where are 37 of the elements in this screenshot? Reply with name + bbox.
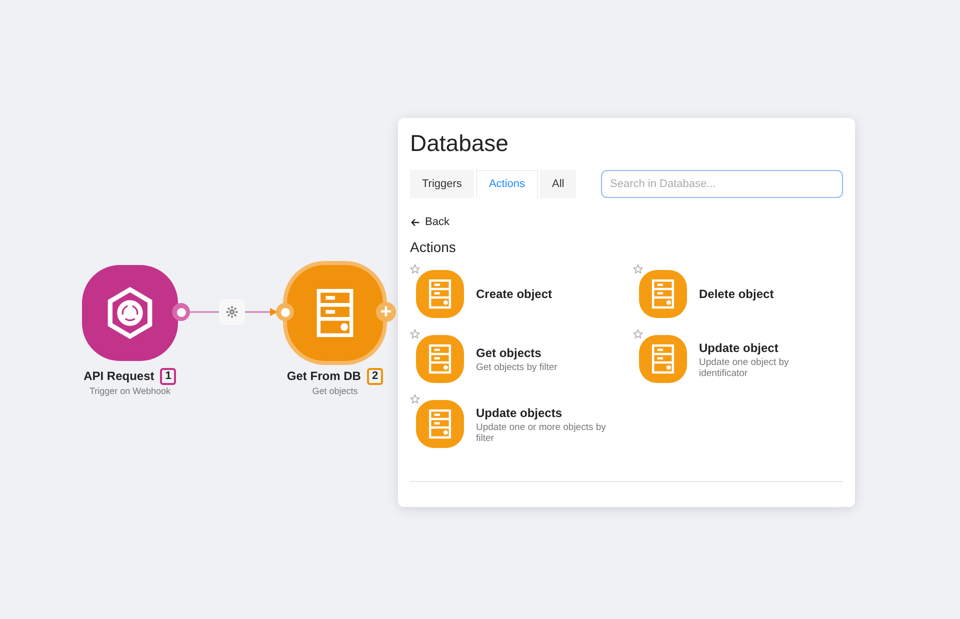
action-icon-tile[interactable] [416, 334, 464, 382]
search-field[interactable]: Search in Database... [601, 170, 843, 198]
node-subtitle: Trigger on Webhook [89, 385, 171, 398]
node-tile[interactable] [82, 265, 178, 361]
node-title: API Request [84, 368, 154, 385]
action-description: Update one object by identificator [699, 356, 790, 378]
tab[interactable]: Triggers [410, 170, 474, 198]
action-description: Get objects by filter [476, 362, 558, 373]
star-icon[interactable] [633, 328, 643, 338]
tab[interactable]: All [540, 170, 576, 198]
action-title: Create object [476, 286, 552, 302]
section-title: Actions [410, 238, 457, 256]
node-title: Get From DB [286, 368, 361, 385]
action-icon-tile[interactable] [639, 334, 687, 382]
gear-button[interactable] [219, 299, 245, 325]
action-title: Update objects [476, 404, 564, 422]
node-subtitle: Get objects [312, 385, 358, 398]
input-port[interactable] [276, 303, 294, 321]
action-icon-tile[interactable] [416, 270, 464, 318]
node-number: 2 [366, 368, 384, 384]
node-tile[interactable] [287, 265, 383, 361]
action-icon-tile[interactable] [416, 400, 464, 448]
back-link[interactable]: Back [410, 214, 450, 230]
action-title: Delete object [699, 286, 774, 302]
output-port[interactable] [172, 303, 190, 321]
arrow-left-icon [410, 216, 421, 228]
star-icon[interactable] [410, 264, 420, 274]
action-title: Update object [699, 340, 780, 356]
action-title: Get objects [476, 345, 542, 362]
star-icon[interactable] [410, 394, 420, 404]
action-icon-tile[interactable] [639, 270, 687, 318]
node-number: 1 [160, 368, 176, 384]
star-icon[interactable] [633, 264, 643, 274]
settings-icon [225, 305, 239, 319]
action-description: Update one or more objects by filter [476, 422, 607, 444]
panel-title: Database [410, 129, 510, 158]
star-icon[interactable] [410, 328, 420, 338]
